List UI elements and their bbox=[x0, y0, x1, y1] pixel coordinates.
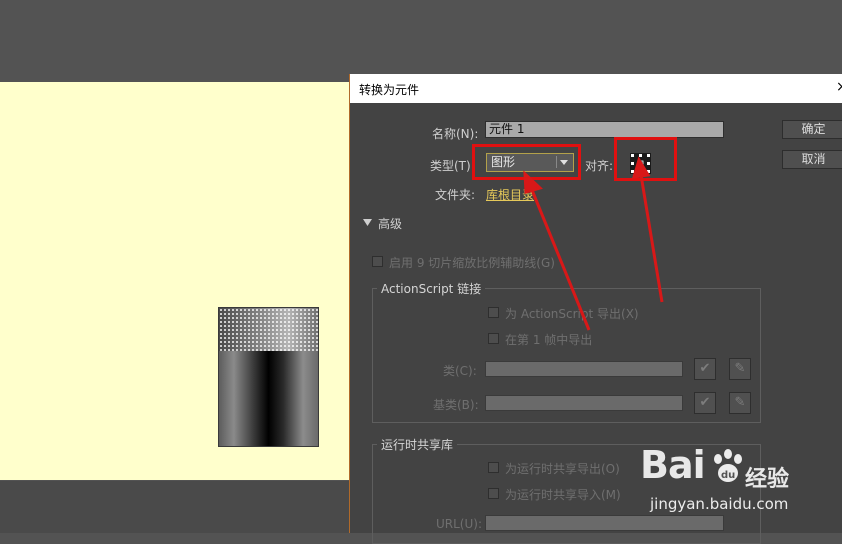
paw-icon: du bbox=[714, 449, 742, 482]
jingyan-text: 经验 bbox=[745, 467, 790, 492]
paw-text: du bbox=[721, 470, 735, 481]
watermark-url: jingyan.baidu.com bbox=[650, 495, 789, 513]
baidu-jingyan-watermark: Bai du 经验 jingyan.baidu.com bbox=[640, 443, 840, 528]
baidu-logo: Bai bbox=[640, 443, 706, 487]
arrow-head-align-icon bbox=[631, 156, 651, 179]
arrow-to-align bbox=[639, 174, 664, 303]
arrow-to-type bbox=[530, 189, 591, 331]
arrow-head-type-icon bbox=[523, 170, 543, 194]
